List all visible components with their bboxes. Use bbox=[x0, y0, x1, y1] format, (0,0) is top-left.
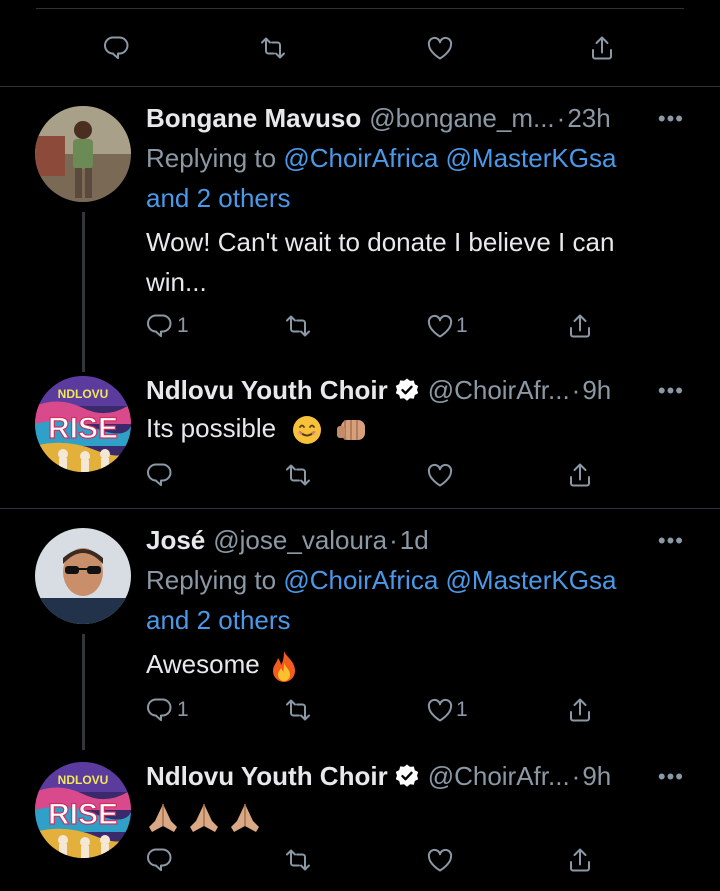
replying-to: Replying to @ChoirAfrica @MasterKGsa bbox=[146, 560, 616, 600]
replying-to: Replying to @ChoirAfrica @MasterKGsa bbox=[146, 138, 616, 178]
tweet-actions: 1 1 bbox=[0, 690, 720, 730]
tweet-emoji-row bbox=[146, 796, 262, 836]
reply-button[interactable]: 1 bbox=[146, 306, 189, 346]
timestamp[interactable]: 23h bbox=[567, 103, 610, 134]
thread-line bbox=[82, 212, 85, 372]
retweet-icon bbox=[261, 37, 285, 59]
separator-dot: · bbox=[571, 374, 581, 405]
user-handle[interactable]: @jose_valoura bbox=[213, 525, 387, 556]
avatar-image bbox=[35, 106, 131, 202]
user-handle[interactable]: @ChoirAfr... bbox=[428, 375, 570, 406]
share-icon bbox=[570, 848, 590, 872]
tweet-actions bbox=[0, 840, 720, 880]
avatar[interactable] bbox=[35, 528, 131, 624]
reply-icon bbox=[147, 463, 172, 487]
separator-dot: · bbox=[389, 524, 398, 555]
like-icon bbox=[427, 314, 453, 338]
replying-to-prefix: Replying to bbox=[146, 143, 277, 173]
reply-button[interactable]: 1 bbox=[146, 690, 189, 730]
reply-icon bbox=[147, 314, 172, 338]
retweet-button[interactable] bbox=[283, 306, 313, 346]
retweet-button[interactable] bbox=[283, 690, 313, 730]
share-button[interactable] bbox=[565, 455, 595, 495]
reply-button[interactable] bbox=[103, 28, 133, 68]
like-icon bbox=[427, 36, 453, 60]
avatar-image bbox=[35, 528, 131, 624]
retweet-button[interactable] bbox=[258, 28, 288, 68]
reply-icon bbox=[147, 698, 172, 722]
tweet-actions: 1 1 bbox=[0, 306, 720, 346]
user-handle[interactable]: @ChoirAfr... bbox=[428, 761, 570, 792]
timestamp[interactable]: 9h bbox=[582, 761, 611, 792]
like-icon bbox=[427, 463, 453, 487]
avatar[interactable] bbox=[35, 106, 131, 202]
timestamp[interactable]: 9h bbox=[582, 375, 611, 406]
share-button[interactable] bbox=[587, 28, 617, 68]
retweet-icon bbox=[286, 464, 310, 486]
verified-badge-icon bbox=[395, 378, 418, 401]
like-count: 1 bbox=[456, 698, 468, 721]
reply-button[interactable] bbox=[146, 840, 176, 880]
retweet-icon bbox=[286, 315, 310, 337]
like-count: 1 bbox=[456, 314, 468, 337]
retweet-button[interactable] bbox=[283, 455, 313, 495]
reply-count: 1 bbox=[177, 314, 189, 337]
mentioned-others[interactable]: and 2 others bbox=[146, 183, 291, 213]
fire-emoji-icon bbox=[272, 651, 295, 683]
top-divider bbox=[36, 8, 684, 9]
share-icon bbox=[570, 314, 590, 338]
tweet-text: Its possible bbox=[146, 413, 277, 443]
separator-dot: · bbox=[556, 102, 566, 133]
like-button[interactable]: 1 bbox=[425, 690, 468, 730]
tweet-text-line-1: Wow! Can't wait to donate I believe I ca… bbox=[146, 227, 615, 257]
folded-hands-emoji-icon bbox=[149, 804, 177, 833]
folded-hands-emoji-icon bbox=[231, 804, 260, 833]
like-icon bbox=[427, 698, 453, 722]
mentioned-others[interactable]: and 2 others bbox=[146, 605, 291, 635]
like-icon bbox=[427, 848, 453, 872]
reply-count: 1 bbox=[177, 698, 189, 721]
share-icon bbox=[570, 698, 590, 722]
display-name[interactable]: José bbox=[146, 525, 205, 556]
divider bbox=[0, 508, 720, 509]
reply-button[interactable] bbox=[146, 455, 176, 495]
replying-to-prefix: Replying to bbox=[146, 565, 277, 595]
display-name[interactable]: Ndlovu Youth Choir bbox=[146, 375, 388, 406]
verified-badge-icon bbox=[395, 764, 418, 787]
timestamp[interactable]: 1d bbox=[400, 525, 429, 556]
more-options-button[interactable]: ••• bbox=[658, 764, 684, 790]
display-name[interactable]: Bongane Mavuso bbox=[146, 103, 361, 134]
like-button[interactable] bbox=[425, 28, 455, 68]
separator-dot: · bbox=[571, 760, 581, 791]
reply-icon bbox=[147, 848, 172, 872]
smiling-face-emoji-icon bbox=[293, 416, 322, 445]
share-icon bbox=[592, 36, 612, 60]
display-name[interactable]: Ndlovu Youth Choir bbox=[146, 761, 388, 792]
like-button[interactable]: 1 bbox=[425, 306, 468, 346]
tweet-text: Awesome bbox=[146, 649, 260, 679]
share-button[interactable] bbox=[565, 840, 595, 880]
retweet-button[interactable] bbox=[283, 840, 313, 880]
retweet-icon bbox=[286, 849, 310, 871]
tweet-text-line-2: win... bbox=[146, 267, 207, 297]
like-button[interactable] bbox=[425, 455, 455, 495]
more-options-button[interactable]: ••• bbox=[658, 528, 684, 554]
reply-icon bbox=[104, 36, 129, 60]
tweet-actions bbox=[0, 455, 720, 495]
parent-tweet-actions bbox=[0, 28, 720, 68]
mentioned-handles[interactable]: @ChoirAfrica @MasterKGsa bbox=[283, 143, 616, 173]
like-button[interactable] bbox=[425, 840, 455, 880]
share-icon bbox=[570, 463, 590, 487]
more-options-button[interactable]: ••• bbox=[658, 378, 684, 404]
share-button[interactable] bbox=[565, 306, 595, 346]
user-handle[interactable]: @bongane_m... bbox=[369, 103, 554, 134]
retweet-icon bbox=[286, 699, 310, 721]
fist-bump-emoji-icon bbox=[336, 420, 365, 441]
mentioned-handles[interactable]: @ChoirAfrica @MasterKGsa bbox=[283, 565, 616, 595]
share-button[interactable] bbox=[565, 690, 595, 730]
more-options-button[interactable]: ••• bbox=[658, 106, 684, 132]
divider bbox=[0, 86, 720, 87]
folded-hands-emoji-icon bbox=[190, 804, 219, 833]
